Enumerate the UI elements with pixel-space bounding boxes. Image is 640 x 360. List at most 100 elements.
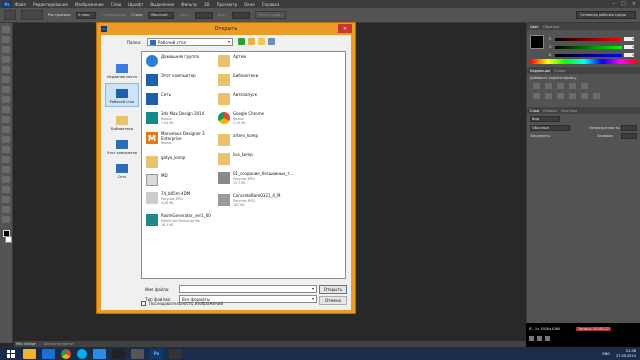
open-button[interactable]: Открыть [319,285,347,294]
history-brush-tool-icon[interactable] [2,116,10,123]
close-app-button[interactable]: × [632,1,636,7]
menu-3d[interactable]: 3D [204,2,210,7]
start-button-icon[interactable] [4,349,17,359]
curves-icon[interactable] [557,83,564,89]
black-white-icon[interactable] [557,93,564,99]
brush-tool-icon[interactable] [2,96,10,103]
list-item[interactable]: Артем [218,54,313,73]
place-libraries[interactable]: Библиотеки [105,109,139,133]
vibrance-icon[interactable] [581,83,588,89]
menu-file[interactable]: Файл [15,2,26,7]
brightness-icon[interactable] [533,83,540,89]
photo-filter-icon[interactable] [569,93,576,99]
green-slider[interactable]: G 0 [549,45,634,49]
color-lookup-icon[interactable] [593,93,600,99]
list-item[interactable]: ConcreteBare0321_4_M Рисунок JPEG 182 КБ [218,193,313,212]
language-indicator[interactable]: ENG [602,352,610,356]
tab-layers[interactable]: Слои [530,109,539,113]
background-color-swatch[interactable] [5,236,12,243]
list-item[interactable]: lisa_komp [218,152,313,171]
folder-select[interactable]: Рабочий стол ▾ [147,38,233,46]
fill-field[interactable] [621,133,637,139]
tab-timeline[interactable]: Шкала времени [44,342,73,346]
color-spectrum[interactable] [530,59,638,64]
feather-field[interactable]: 0 пикс [76,11,97,19]
move-tool-icon[interactable] [2,26,10,33]
style-select[interactable]: Обычный [148,11,175,19]
refine-edge-button[interactable]: Уточн. край... [255,11,287,19]
menu-view[interactable]: Просмотр [217,2,238,7]
red-slider[interactable]: R 0 [549,37,634,41]
healing-tool-icon[interactable] [2,86,10,93]
app-icon[interactable] [93,348,106,359]
minimize-button[interactable]: – [613,1,616,7]
lasso-tool-icon[interactable] [2,46,10,53]
menu-window[interactable]: Окно [244,2,255,7]
clock[interactable]: 21:36 27.09.2014 [616,349,636,358]
menu-edit[interactable]: Редактирование [33,2,68,7]
menu-filter[interactable]: Фильтр [181,2,197,7]
eyedropper-tool-icon[interactable] [2,76,10,83]
stop-icon[interactable] [545,336,550,341]
photoshop-taskbar-icon[interactable]: Ps [150,348,163,359]
place-network[interactable]: Сеть [105,157,139,181]
workspace-select[interactable]: Основная рабочая среда [576,11,636,19]
hand-tool-icon[interactable] [2,206,10,213]
levels-icon[interactable] [545,83,552,89]
smoothing-label[interactable]: Сглаживание [101,13,126,17]
blue-slider[interactable]: B 0 [549,53,634,57]
menu-help[interactable]: Справка [262,2,280,7]
foreground-color-chip[interactable] [530,35,544,49]
cancel-button[interactable]: Отмена [319,296,347,305]
place-computer[interactable]: Этот компьютер [105,133,139,157]
chrome-icon[interactable] [61,348,71,359]
layer-kind-filter[interactable]: Вид [530,116,560,122]
maximize-button[interactable]: □ [621,1,626,7]
store-icon[interactable] [42,348,55,359]
blend-mode-select[interactable]: Обычные [530,125,570,131]
skype-icon[interactable] [77,348,87,359]
app-icon[interactable] [169,348,182,359]
quick-select-tool-icon[interactable] [2,56,10,63]
type-tool-icon[interactable] [2,176,10,183]
selection-mode-icon[interactable] [21,10,43,20]
list-item[interactable]: 01_создание_бесшовных_т... Рисунок JPEG … [218,171,313,190]
opacity-field[interactable] [621,125,637,131]
tab-adjustments[interactable]: Коррекция [530,69,550,73]
tab-mini-bridge[interactable]: Mini Bridge [16,342,36,346]
color-balance-icon[interactable] [545,93,552,99]
exposure-icon[interactable] [569,83,576,89]
list-item[interactable]: Google Chrome Ярлык 2,19 КБ [218,111,313,130]
red-value[interactable]: 0 [624,37,634,41]
checkbox-box[interactable] [141,301,146,306]
marquee-tool-icon[interactable] [4,10,16,20]
pen-tool-icon[interactable] [2,166,10,173]
new-folder-icon[interactable] [258,38,265,45]
green-value[interactable]: 0 [624,45,634,49]
gradient-tool-icon[interactable] [2,136,10,143]
play-icon[interactable] [529,336,534,341]
hue-icon[interactable] [533,93,540,99]
image-sequence-checkbox[interactable]: Последовательность изображений [141,301,223,306]
marquee-tool-icon[interactable] [2,36,10,43]
back-icon[interactable] [238,38,245,45]
blue-value[interactable]: 0 [624,53,634,57]
filename-input[interactable]: ▾ [179,285,317,293]
menu-select[interactable]: Выделение [150,2,174,7]
menu-layers[interactable]: Слои [111,2,121,7]
terminal-icon[interactable] [112,348,125,359]
up-folder-icon[interactable] [248,38,255,45]
tab-channels[interactable]: Каналы [543,109,557,113]
tab-styles[interactable]: Стили [554,69,565,73]
list-item[interactable]: RoomGenerator_ver1_00 MAXScript Maxscrip… [146,213,241,232]
height-field[interactable] [232,11,251,19]
menu-type[interactable]: Шрифт [128,2,143,7]
list-item[interactable]: Автозапуск [218,92,313,111]
explorer-icon[interactable] [23,348,36,359]
clone-stamp-tool-icon[interactable] [2,106,10,113]
zoom-tool-icon[interactable] [2,216,10,223]
eraser-tool-icon[interactable] [2,126,10,133]
crop-tool-icon[interactable] [2,66,10,73]
tab-color[interactable]: Цвет [530,25,539,29]
view-menu-icon[interactable] [268,38,275,45]
